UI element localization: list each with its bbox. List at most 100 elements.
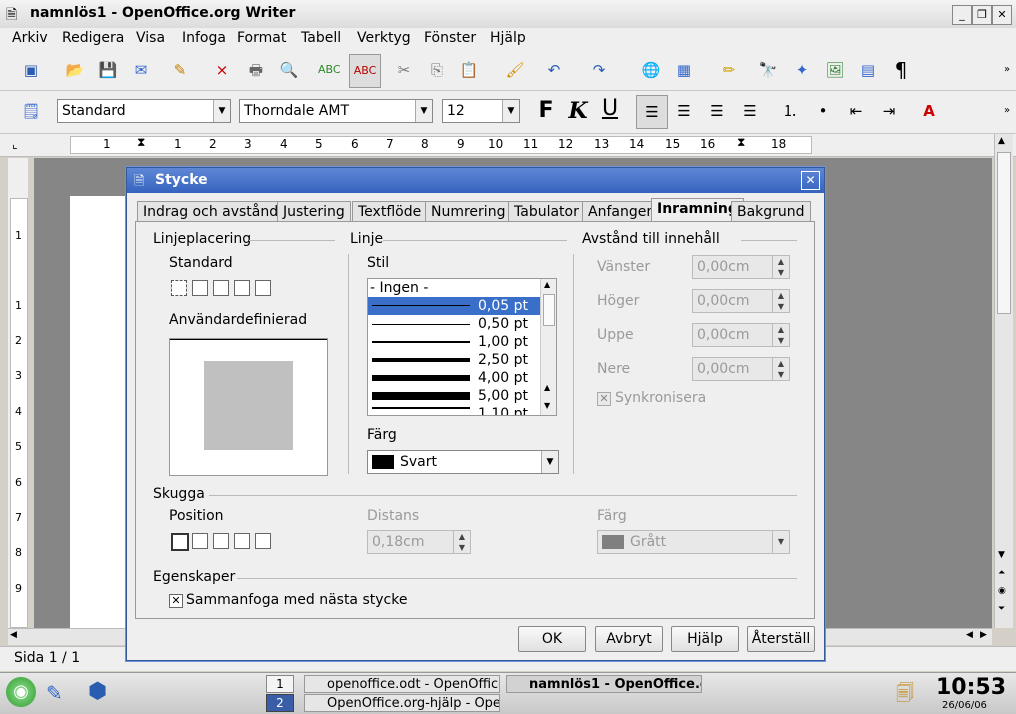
border-preset-top-bottom[interactable]	[255, 280, 271, 296]
border-preset-box-inner[interactable]	[213, 280, 229, 296]
line-style-item-selected[interactable]: 0,05 pt	[368, 297, 540, 315]
previous-page-icon[interactable]: ⏶	[998, 568, 1005, 578]
undo-icon[interactable]: ↶	[543, 59, 565, 81]
start-menu-icon[interactable]: ◉	[6, 677, 36, 707]
tab-numrering[interactable]: Numrering	[425, 201, 512, 222]
shadow-bottom-right[interactable]	[192, 533, 208, 549]
save-icon[interactable]: 💾	[97, 59, 119, 81]
find-replace-icon[interactable]: 🔭	[757, 59, 779, 81]
font-name-select[interactable]: Thorndale AMT ▼	[239, 99, 433, 123]
copy-icon[interactable]: ⎘	[426, 59, 448, 81]
tab-justering[interactable]: Justering	[277, 201, 351, 222]
italic-button[interactable]: K	[567, 100, 589, 122]
tab-stop-type-icon[interactable]: ⌞	[12, 137, 18, 151]
table-icon[interactable]: ▦	[673, 59, 695, 81]
scroll-right-icon[interactable]: ▶	[980, 630, 987, 640]
menu-arkiv[interactable]: Arkiv	[12, 30, 48, 46]
scroll-left-icon-2[interactable]: ◀	[966, 630, 973, 640]
justify-button[interactable]: ☰	[739, 100, 761, 122]
help-button[interactable]: Hjälp	[671, 626, 739, 652]
desktop-pager-2[interactable]: 2	[266, 694, 294, 712]
scroll-up-icon[interactable]: ▲	[998, 136, 1005, 146]
new-document-icon[interactable]: ▣	[20, 59, 42, 81]
line-style-list[interactable]: - Ingen - 0,05 pt 0,50 pt 1,00 pt 2,50 p…	[367, 278, 557, 416]
tab-indrag[interactable]: Indrag och avstånd	[137, 201, 285, 222]
ok-button[interactable]: OK	[518, 626, 586, 652]
spacing-top-field[interactable]: 0,00cm ▲ ▼	[692, 323, 790, 347]
line-color-select[interactable]: Svart ▼	[367, 450, 559, 474]
scrollbar-thumb[interactable]	[997, 152, 1011, 314]
format-paintbrush-icon[interactable]: 🖌	[504, 59, 526, 81]
desktop-pager-1[interactable]: 1	[266, 675, 294, 693]
draw-functions-icon[interactable]: ✏	[718, 59, 740, 81]
right-indent-marker-icon[interactable]: ⧗	[737, 135, 745, 150]
menu-redigera[interactable]: Redigera	[62, 30, 124, 46]
align-left-button[interactable]: ☰	[636, 95, 668, 129]
print-icon[interactable]: 🖶	[245, 59, 267, 81]
paragraph-style-select[interactable]: Standard ▼	[57, 99, 231, 123]
minimize-button[interactable]: _	[952, 5, 972, 25]
shadow-color-select[interactable]: Grått ▼	[597, 530, 790, 554]
spin-arrows-icon[interactable]: ▲ ▼	[772, 256, 789, 278]
border-preset-none[interactable]	[171, 280, 187, 296]
tab-inramning[interactable]: Inramning	[651, 198, 744, 222]
scroll-left-icon[interactable]: ◀	[10, 630, 17, 640]
navigation-icon[interactable]: ◉	[998, 586, 1006, 596]
launcher-icon[interactable]: ✎	[46, 681, 63, 705]
email-icon[interactable]: ✉	[130, 59, 152, 81]
toolbar-overflow-icon[interactable]: »	[996, 59, 1016, 81]
align-right-button[interactable]: ☰	[706, 100, 728, 122]
horizontal-ruler[interactable]: ⌞ 1 ⧗ 1 2 3 4 5 6 7 8 9 10 11 12 13 14 1…	[0, 134, 1016, 157]
tab-tabulator[interactable]: Tabulator	[508, 201, 585, 222]
shadow-distance-field[interactable]: 0,18cm ▲ ▼	[367, 530, 471, 554]
spin-arrows-icon[interactable]: ▲ ▼	[772, 358, 789, 380]
line-style-item[interactable]: 1,00 pt	[368, 333, 540, 351]
menu-visa[interactable]: Visa	[136, 30, 165, 46]
sync-checkbox[interactable]: ✕	[597, 392, 611, 406]
shadow-bottom-left[interactable]	[234, 533, 250, 549]
vertical-scrollbar[interactable]: ▲ ▼ ⏶ ◉ ⏷	[994, 134, 1013, 628]
decrease-indent-icon[interactable]: ⇤	[845, 100, 867, 122]
scroll-down-icon[interactable]: ▼	[998, 550, 1005, 560]
chevron-down-icon[interactable]: ▼	[415, 100, 432, 122]
indent-marker-icon[interactable]: ⧗	[137, 135, 145, 150]
scroll-down-icon[interactable]: ▼	[544, 401, 550, 410]
line-style-item[interactable]: - Ingen -	[368, 279, 540, 297]
increase-indent-icon[interactable]: ⇥	[878, 100, 900, 122]
autospellcheck-icon[interactable]: ABC	[349, 54, 381, 88]
border-preset-box[interactable]	[192, 280, 208, 296]
underline-button[interactable]: U	[599, 98, 621, 120]
bullets-icon[interactable]: •	[812, 100, 834, 122]
print-preview-icon[interactable]: 🔍	[278, 59, 300, 81]
spacing-left-field[interactable]: 0,00cm ▲ ▼	[692, 255, 790, 279]
redo-icon[interactable]: ↷	[588, 59, 610, 81]
spin-arrows-icon[interactable]: ▲ ▼	[772, 290, 789, 312]
edit-file-icon[interactable]: ✎	[169, 59, 191, 81]
tab-textflode[interactable]: Textflöde	[352, 201, 428, 222]
window-close-button[interactable]: ✕	[992, 5, 1012, 25]
scrollbar-thumb[interactable]	[543, 294, 555, 326]
merge-checkbox[interactable]: ✕	[169, 594, 183, 608]
numbering-icon[interactable]: ⒈	[779, 100, 801, 122]
menu-fonster[interactable]: Fönster	[424, 30, 476, 46]
border-preview[interactable]	[169, 338, 328, 476]
spin-arrows-icon[interactable]: ▲ ▼	[453, 531, 470, 553]
maximize-button[interactable]: ❐	[972, 5, 992, 25]
spellcheck-icon[interactable]: ABC	[318, 59, 341, 81]
open-icon[interactable]: 📂	[64, 59, 86, 81]
clock-time[interactable]: 10:53	[936, 675, 1006, 700]
cut-icon[interactable]: ✂	[393, 59, 415, 81]
spin-arrows-icon[interactable]: ▲ ▼	[772, 324, 789, 346]
home-folder-icon[interactable]: ⬢	[88, 679, 107, 704]
paste-icon[interactable]: 📋	[458, 59, 480, 81]
line-style-item[interactable]: 4,00 pt	[368, 369, 540, 387]
border-preset-left-right[interactable]	[234, 280, 250, 296]
data-sources-icon[interactable]: ▤	[857, 59, 879, 81]
document-page[interactable]	[70, 196, 130, 628]
align-center-button[interactable]: ☰	[673, 100, 695, 122]
navigator-icon[interactable]: ✦	[791, 59, 813, 81]
menu-verktyg[interactable]: Verktyg	[357, 30, 411, 46]
menu-tabell[interactable]: Tabell	[301, 30, 341, 46]
formatting-marks-icon[interactable]: ¶	[890, 59, 912, 81]
scroll-up-icon[interactable]: ▲	[544, 383, 550, 392]
